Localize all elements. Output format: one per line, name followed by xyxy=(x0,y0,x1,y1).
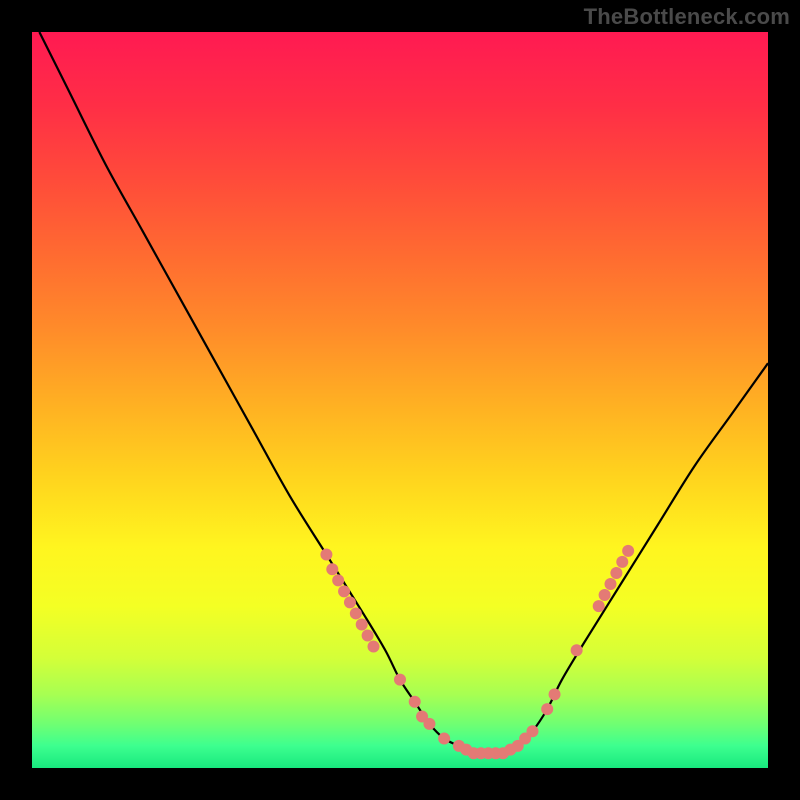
curve-marker xyxy=(332,574,344,586)
curve-marker xyxy=(409,696,421,708)
curve-marker xyxy=(599,589,611,601)
curve-marker xyxy=(616,556,628,568)
curve-marker xyxy=(423,718,435,730)
curve-marker xyxy=(350,607,362,619)
curve-marker xyxy=(320,549,332,561)
curve-marker xyxy=(368,641,380,653)
curve-marker xyxy=(526,725,538,737)
curve-marker xyxy=(622,545,634,557)
curve-marker xyxy=(593,600,605,612)
curve-marker xyxy=(394,674,406,686)
curve-marker xyxy=(356,618,368,630)
plot-area xyxy=(32,32,768,768)
curve-marker xyxy=(610,567,622,579)
watermark-text: TheBottleneck.com xyxy=(584,4,790,30)
curve-marker xyxy=(362,630,374,642)
curve-marker xyxy=(541,703,553,715)
curve-markers xyxy=(320,545,634,759)
bottleneck-curve xyxy=(39,32,768,754)
curve-marker xyxy=(344,596,356,608)
chart-frame: TheBottleneck.com xyxy=(0,0,800,800)
curve-marker xyxy=(605,578,617,590)
curve-marker xyxy=(571,644,583,656)
curve-layer xyxy=(32,32,768,768)
curve-marker xyxy=(338,585,350,597)
curve-marker xyxy=(438,733,450,745)
curve-marker xyxy=(326,563,338,575)
curve-marker xyxy=(549,688,561,700)
